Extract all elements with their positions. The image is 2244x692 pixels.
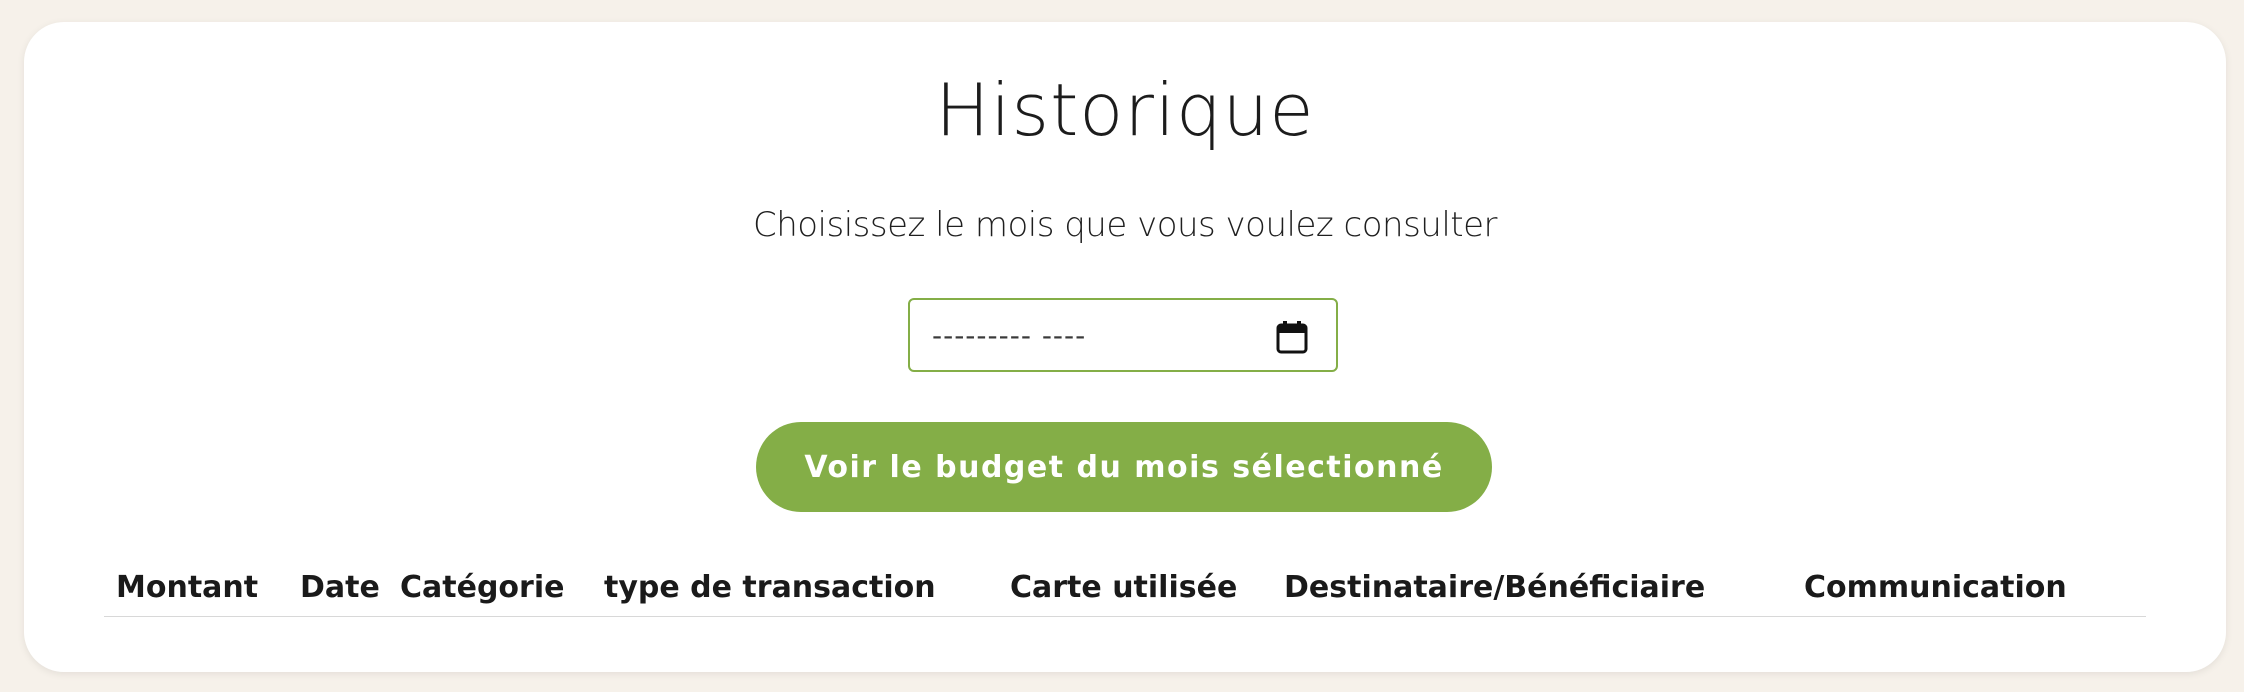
- column-header-transaction-type: type de transaction: [604, 570, 936, 605]
- column-header-date: Date: [300, 570, 380, 605]
- page-title: Historique: [935, 68, 1315, 152]
- column-header-category: Catégorie: [400, 570, 565, 605]
- calendar-icon[interactable]: [1276, 320, 1308, 354]
- history-card: Historique Choisissez le mois que vous v…: [24, 22, 2226, 672]
- transactions-table: Montant Date Catégorie type de transacti…: [104, 570, 2146, 617]
- column-header-amount: Montant: [116, 570, 259, 605]
- view-budget-button[interactable]: Voir le budget du mois sélectionné: [756, 422, 1492, 512]
- month-input-placeholder: --------- ----: [932, 318, 1087, 352]
- month-input[interactable]: --------- ----: [908, 298, 1338, 372]
- column-header-recipient: Destinataire/Bénéficiaire: [1284, 570, 1706, 605]
- column-header-card-used: Carte utilisée: [1010, 570, 1238, 605]
- column-header-communication: Communication: [1804, 570, 2067, 605]
- table-header: Montant Date Catégorie type de transacti…: [104, 570, 2146, 617]
- page-subtitle: Choisissez le mois que vous voulez consu…: [752, 205, 1498, 245]
